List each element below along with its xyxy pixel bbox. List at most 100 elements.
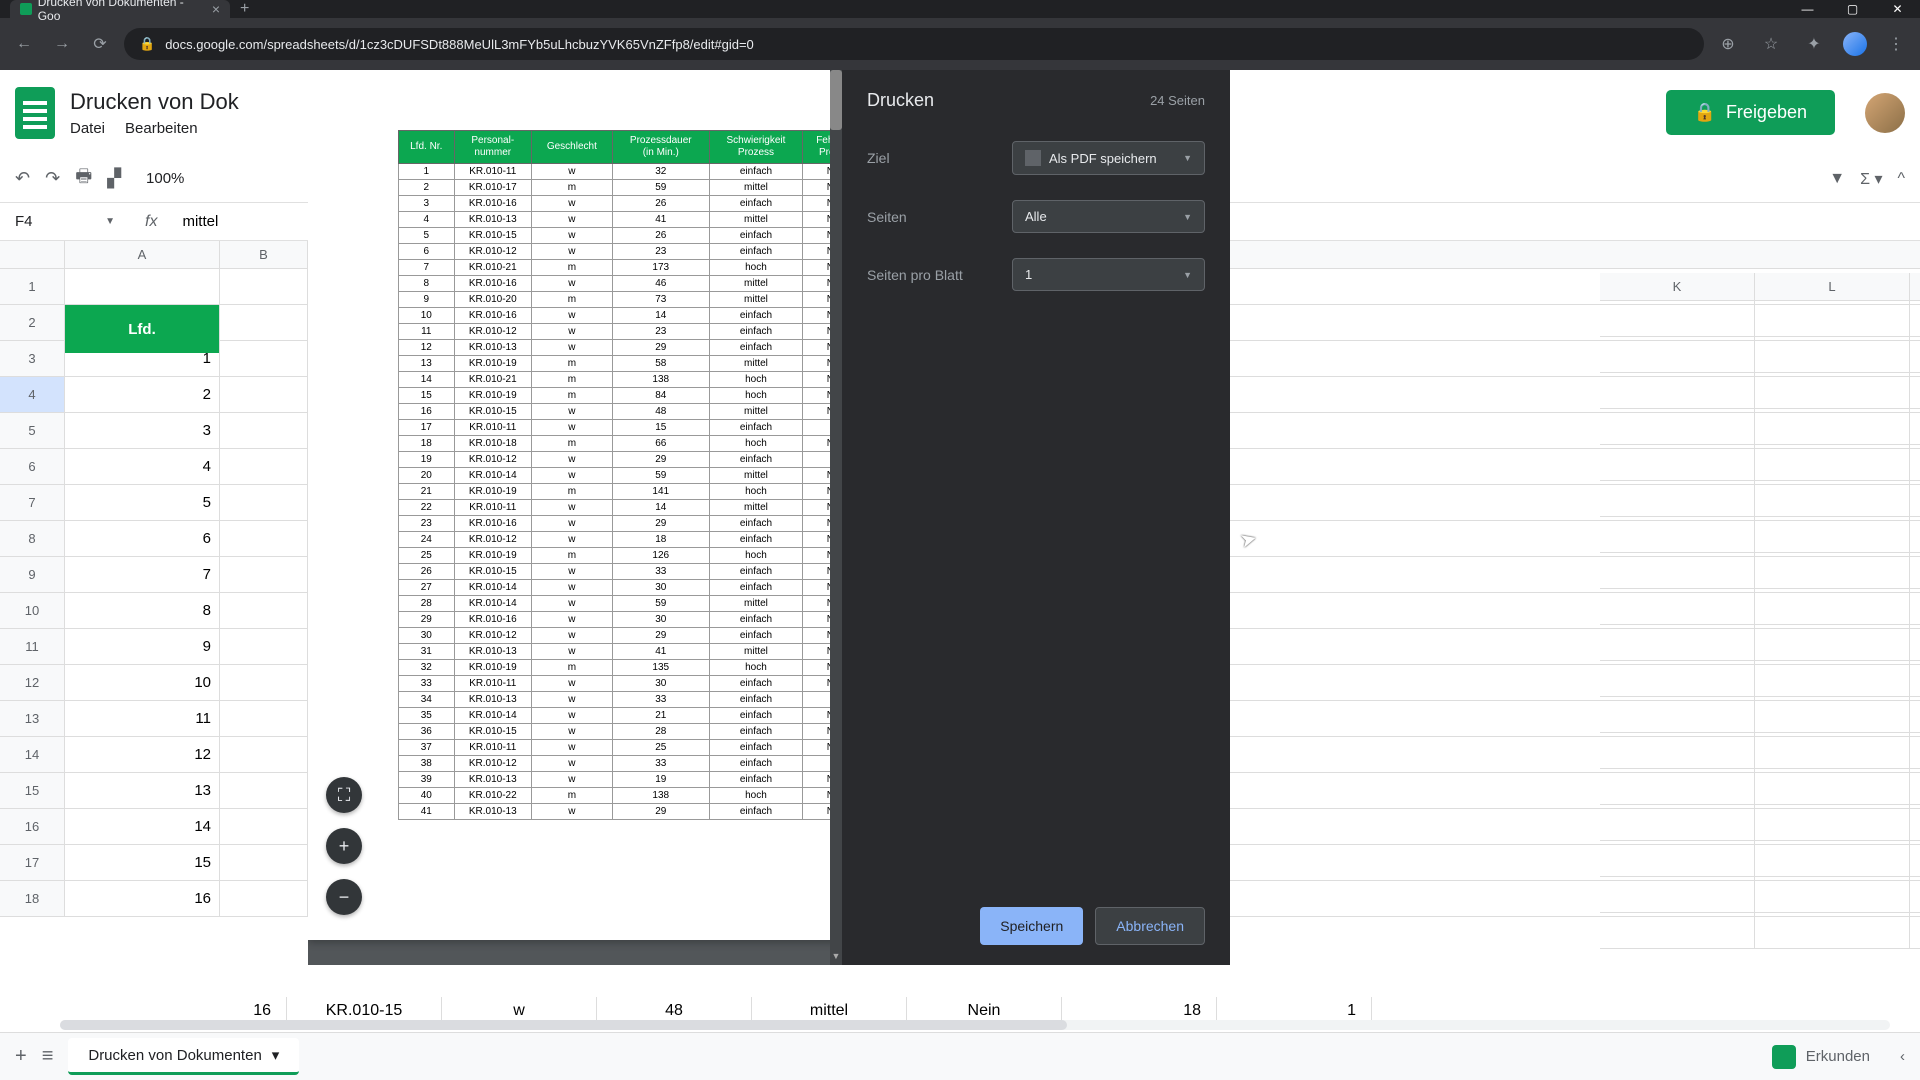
- cell[interactable]: [1600, 553, 1755, 588]
- cell[interactable]: [220, 701, 308, 736]
- back-button[interactable]: ←: [10, 35, 38, 53]
- row-header[interactable]: 1: [0, 269, 65, 304]
- cell[interactable]: [220, 269, 308, 304]
- cell[interactable]: [1600, 625, 1755, 660]
- row-header[interactable]: 7: [0, 485, 65, 520]
- row-header[interactable]: 6: [0, 449, 65, 484]
- formula-bar[interactable]: mittel: [172, 213, 228, 230]
- cell[interactable]: [1600, 589, 1755, 624]
- horizontal-scrollbar[interactable]: [60, 1020, 1890, 1030]
- zoom-icon[interactable]: ⊕: [1714, 34, 1742, 54]
- close-window-icon[interactable]: ✕: [1875, 0, 1920, 18]
- cell[interactable]: [1755, 661, 1910, 696]
- redo-button[interactable]: ↷: [45, 168, 60, 189]
- row-header[interactable]: 17: [0, 845, 65, 880]
- row-header[interactable]: 3: [0, 341, 65, 376]
- cell[interactable]: [1600, 445, 1755, 480]
- cell[interactable]: [1755, 481, 1910, 516]
- fit-page-button[interactable]: ⛶: [326, 777, 362, 813]
- col-header-l[interactable]: L: [1755, 273, 1910, 300]
- undo-button[interactable]: ↶: [15, 168, 30, 189]
- save-button[interactable]: Speichern: [980, 907, 1083, 945]
- cell[interactable]: [220, 377, 308, 412]
- menu-edit[interactable]: Bearbeiten: [125, 120, 198, 137]
- col-header-k[interactable]: K: [1600, 273, 1755, 300]
- zoom-level[interactable]: 100%: [146, 170, 184, 187]
- cell[interactable]: [220, 773, 308, 808]
- explore-button[interactable]: Erkunden: [1806, 1048, 1870, 1065]
- profile-avatar[interactable]: [1843, 32, 1867, 56]
- row-header[interactable]: 14: [0, 737, 65, 772]
- preview-scrollbar[interactable]: ▼: [830, 70, 842, 965]
- cell[interactable]: [1600, 301, 1755, 336]
- cell[interactable]: [1600, 661, 1755, 696]
- select-all-corner[interactable]: [0, 241, 65, 268]
- cell[interactable]: 15: [65, 845, 220, 880]
- cell[interactable]: 14: [65, 809, 220, 844]
- cell[interactable]: [220, 305, 308, 340]
- cell[interactable]: [1600, 877, 1755, 912]
- address-bar[interactable]: 🔒 docs.google.com/spreadsheets/d/1cz3cDU…: [124, 28, 1704, 60]
- forward-button[interactable]: →: [48, 35, 76, 53]
- bookmark-icon[interactable]: ☆: [1757, 34, 1785, 54]
- cell[interactable]: [1755, 769, 1910, 804]
- cell[interactable]: [1600, 409, 1755, 444]
- cell[interactable]: 4: [65, 449, 220, 484]
- cell[interactable]: 7: [65, 557, 220, 592]
- sheets-logo-icon[interactable]: [15, 87, 55, 139]
- cell[interactable]: 6: [65, 521, 220, 556]
- cell[interactable]: [220, 557, 308, 592]
- cell[interactable]: [1755, 841, 1910, 876]
- row-header[interactable]: 11: [0, 629, 65, 664]
- row-header[interactable]: 13: [0, 701, 65, 736]
- cell[interactable]: [1755, 625, 1910, 660]
- cell[interactable]: [1600, 697, 1755, 732]
- cell[interactable]: [1755, 553, 1910, 588]
- browser-menu-icon[interactable]: ⋮: [1882, 34, 1910, 54]
- filter-icon[interactable]: ▼: [1829, 170, 1845, 188]
- cell[interactable]: [220, 845, 308, 880]
- cell[interactable]: 8: [65, 593, 220, 628]
- name-box[interactable]: F4 ▼: [0, 213, 130, 230]
- cell[interactable]: [220, 485, 308, 520]
- row-header[interactable]: 2: [0, 305, 65, 340]
- cell[interactable]: [1600, 733, 1755, 768]
- row-header[interactable]: 4: [0, 377, 65, 412]
- cell[interactable]: 5: [65, 485, 220, 520]
- cell[interactable]: [1755, 517, 1910, 552]
- functions-icon[interactable]: Σ ▾: [1860, 169, 1882, 189]
- cell[interactable]: [65, 269, 220, 304]
- close-tab-icon[interactable]: ×: [212, 1, 220, 17]
- col-header-a[interactable]: A: [65, 241, 220, 268]
- cell[interactable]: 3: [65, 413, 220, 448]
- cell[interactable]: 12: [65, 737, 220, 772]
- cell[interactable]: 11: [65, 701, 220, 736]
- pages-select[interactable]: Alle ▼: [1012, 200, 1205, 233]
- minimize-icon[interactable]: —: [1785, 0, 1830, 18]
- paint-format-button[interactable]: ▞: [107, 168, 121, 189]
- cell[interactable]: 10: [65, 665, 220, 700]
- sheet-tab[interactable]: Drucken von Dokumenten ▾: [68, 1038, 299, 1075]
- cell[interactable]: [1600, 373, 1755, 408]
- collapse-icon[interactable]: ^: [1897, 170, 1905, 188]
- cell[interactable]: [1755, 589, 1910, 624]
- row-header[interactable]: 5: [0, 413, 65, 448]
- row-header[interactable]: 18: [0, 881, 65, 916]
- chevron-left-icon[interactable]: ‹: [1900, 1048, 1905, 1065]
- cell[interactable]: [220, 413, 308, 448]
- cell[interactable]: 16: [65, 881, 220, 916]
- all-sheets-button[interactable]: ≡: [42, 1045, 54, 1068]
- cell[interactable]: 1: [65, 341, 220, 376]
- cell[interactable]: 13: [65, 773, 220, 808]
- cell[interactable]: [1600, 913, 1755, 948]
- destination-select[interactable]: Als PDF speichern ▼: [1012, 141, 1205, 175]
- cell[interactable]: [1755, 373, 1910, 408]
- cell[interactable]: [220, 665, 308, 700]
- cell[interactable]: [1600, 337, 1755, 372]
- print-preview-pane[interactable]: Lfd. Nr.Personal-nummerGeschlechtProzess…: [308, 70, 842, 965]
- cell[interactable]: [220, 881, 308, 916]
- cell[interactable]: [220, 449, 308, 484]
- cell[interactable]: 2: [65, 377, 220, 412]
- reload-button[interactable]: ⟳: [86, 34, 114, 54]
- row-header[interactable]: 15: [0, 773, 65, 808]
